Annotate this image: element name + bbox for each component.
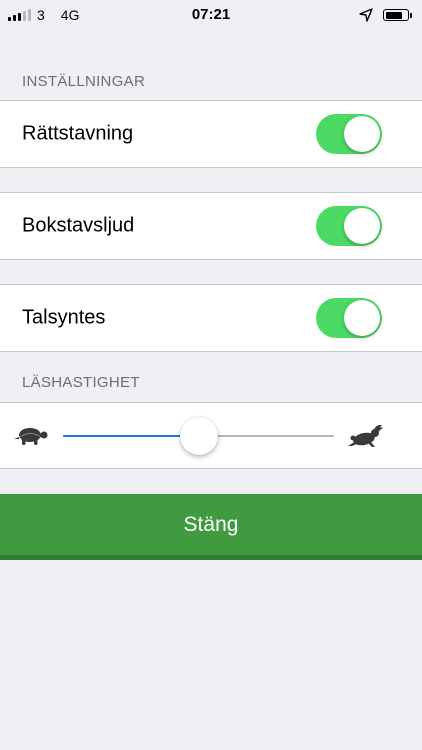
letter-sounds-toggle[interactable] <box>316 206 382 246</box>
setting-row-spell-check: Rättstavning <box>0 100 422 168</box>
turtle-icon <box>14 427 48 445</box>
toggle-knob <box>344 300 380 336</box>
setting-row-letter-sounds: Bokstavsljud <box>0 192 422 260</box>
reading-speed-row <box>0 402 422 469</box>
location-arrow-icon <box>359 8 373 22</box>
spell-check-toggle[interactable] <box>316 114 382 154</box>
status-bar: 3 4G 07:21 <box>0 0 422 30</box>
setting-row-speech-synthesis: Talsyntes <box>0 284 422 352</box>
toggle-knob <box>344 116 380 152</box>
rabbit-icon <box>348 424 383 447</box>
speech-synthesis-toggle[interactable] <box>316 298 382 338</box>
setting-label: Bokstavsljud <box>22 214 135 237</box>
close-button[interactable]: Stäng <box>0 494 422 560</box>
reading-speed-section-title: LÄSHASTIGHET <box>22 374 140 391</box>
setting-label: Talsyntes <box>22 306 106 329</box>
slider-fill <box>63 434 199 437</box>
slider-thumb[interactable] <box>179 416 218 455</box>
battery-tip <box>410 12 412 18</box>
reading-speed-slider[interactable] <box>63 416 334 456</box>
toggle-knob <box>344 208 380 244</box>
setting-label: Rättstavning <box>22 122 134 145</box>
battery-fill <box>385 11 402 19</box>
battery-icon <box>383 9 409 21</box>
settings-section-title: INSTÄLLNINGAR <box>22 73 146 90</box>
status-right <box>359 7 412 23</box>
